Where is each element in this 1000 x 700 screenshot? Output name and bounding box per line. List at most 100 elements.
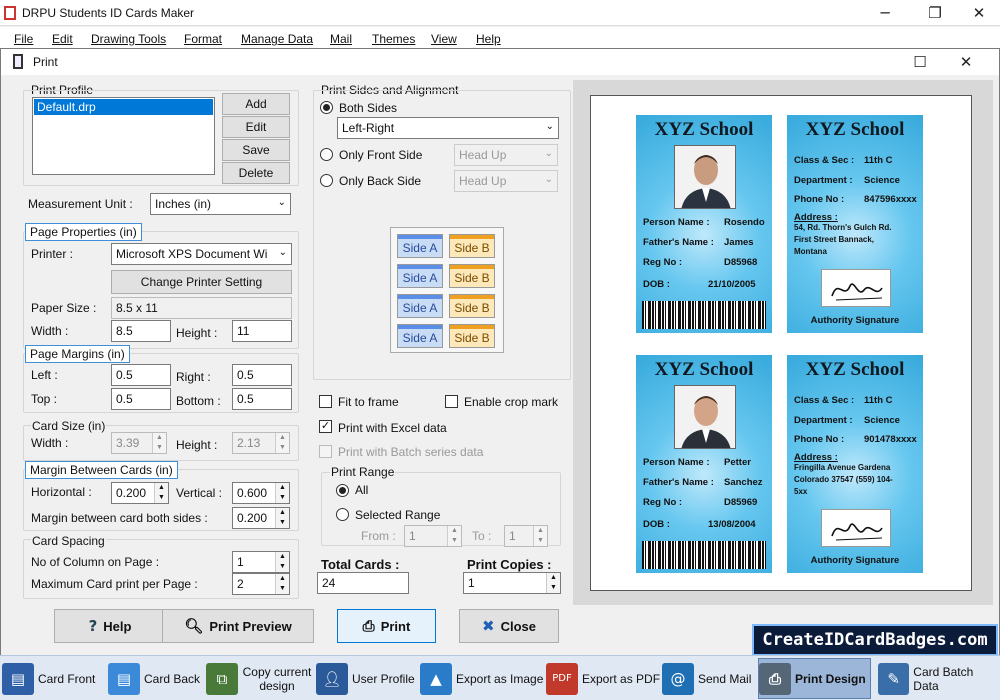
max-cards-spinner[interactable]: 2 ▲ ▼ <box>232 573 290 595</box>
app-titlebar: DRPU Students ID Cards Maker ─ ❐ ✕ <box>0 0 1000 26</box>
to-spinner[interactable]: 1 ▲ ▼ <box>504 525 548 547</box>
spinner-arrows-icon[interactable]: ▲ ▼ <box>275 508 289 528</box>
range-selected-radio[interactable] <box>336 508 349 521</box>
card-back-label: Card Back <box>144 671 201 686</box>
spinner-arrows-icon[interactable]: ▲ ▼ <box>447 526 461 546</box>
front-side-select[interactable]: Head Up ⌄ <box>454 144 558 166</box>
crop-mark-checkbox[interactable] <box>445 395 458 408</box>
paper-size-field[interactable]: 8.5 x 11 <box>111 297 292 319</box>
person-name-label: Person Name : <box>643 457 710 468</box>
fit-to-frame-label: Fit to frame <box>338 395 399 409</box>
front-side-radio[interactable] <box>320 148 333 161</box>
address-line: 54, Rd. Thorn's Gulch Rd. <box>794 223 892 232</box>
close-button[interactable]: ✖ Close <box>459 609 559 643</box>
horizontal-spinner[interactable]: 0.200 ▲ ▼ <box>111 482 169 504</box>
export-pdf-button[interactable]: PDF Export as PDF <box>546 658 660 699</box>
printer-select[interactable]: Microsoft XPS Document Wi ⌄ <box>111 243 292 265</box>
menu-format[interactable]: Format <box>184 32 222 46</box>
range-all-radio[interactable] <box>336 484 349 497</box>
spinner-arrows-icon[interactable]: ▲ ▼ <box>546 573 560 593</box>
from-spinner[interactable]: 1 ▲ ▼ <box>404 525 462 547</box>
menu-help[interactable]: Help <box>476 32 501 46</box>
authority-signature-label: Authority Signature <box>810 555 900 566</box>
fit-to-frame-checkbox[interactable] <box>319 395 332 408</box>
spinner-arrows-icon[interactable]: ▲ ▼ <box>275 433 289 453</box>
left-margin-field[interactable]: 0.5 <box>111 364 171 386</box>
dialog-maximize-icon[interactable]: ☐ <box>897 49 943 75</box>
top-margin-field[interactable]: 0.5 <box>111 388 171 410</box>
excel-data-checkbox[interactable]: ✓ <box>319 420 332 433</box>
edit-profile-button[interactable]: Edit <box>222 116 290 138</box>
profile-item[interactable]: Default.drp <box>34 99 213 115</box>
spinner-arrows-icon[interactable]: ▲ ▼ <box>533 526 547 546</box>
address-line: First Street Bannack, <box>794 235 875 244</box>
help-button[interactable]: ? Help <box>54 609 166 643</box>
menu-file[interactable]: File <box>14 32 33 46</box>
side-a-tile: Side A <box>397 294 443 318</box>
card-back-button[interactable]: ▤ Card Back <box>108 658 200 699</box>
chevron-down-icon: ⌄ <box>278 247 287 258</box>
dialog-close-icon[interactable]: ✕ <box>943 49 989 75</box>
dob-label: DOB : <box>643 519 670 530</box>
print-button[interactable]: ⎙ Print <box>337 609 436 643</box>
print-copies-spinner[interactable]: 1 ▲ ▼ <box>463 572 561 594</box>
restore-icon[interactable]: ❐ <box>912 0 958 26</box>
side-a-tile: Side A <box>397 324 443 348</box>
both-sides-margin-spinner[interactable]: 0.200 ▲ ▼ <box>232 507 290 529</box>
spinner-arrows-icon[interactable]: ▲ ▼ <box>154 483 168 503</box>
phone-label: Phone No : <box>794 434 845 445</box>
side-layout-preview: Side A Side B Side A Side B Side A Side … <box>390 227 504 353</box>
minimize-icon[interactable]: ─ <box>862 0 908 26</box>
print-design-button[interactable]: ⎙ Print Design <box>758 658 871 699</box>
columns-spinner[interactable]: 1 ▲ ▼ <box>232 551 290 573</box>
card-batch-button[interactable]: ✎ Card Batch Data <box>878 658 1000 699</box>
menu-mail[interactable]: Mail <box>330 32 352 46</box>
card-front-button[interactable]: ▤ Card Front <box>2 658 95 699</box>
vertical-spinner[interactable]: 0.600 ▲ ▼ <box>232 482 290 504</box>
back-side-select[interactable]: Head Up ⌄ <box>454 170 558 192</box>
card-width-spinner[interactable]: 3.39 ▲ ▼ <box>111 432 167 454</box>
batch-data-checkbox[interactable] <box>319 445 332 458</box>
menu-themes[interactable]: Themes <box>372 32 415 46</box>
add-profile-button[interactable]: Add <box>222 93 290 115</box>
print-preview-label: Print Preview <box>209 618 292 634</box>
close-window-icon[interactable]: ✕ <box>956 0 1000 26</box>
menu-manage-data[interactable]: Manage Data <box>241 32 313 46</box>
user-profile-button[interactable]: 👤︎ User Profile <box>316 658 415 699</box>
spinner-arrows-icon[interactable]: ▲ ▼ <box>275 483 289 503</box>
print-preview-button[interactable]: 🔍︎ Print Preview <box>162 609 314 643</box>
both-sides-radio[interactable] <box>320 101 333 114</box>
save-profile-button[interactable]: Save <box>222 139 290 161</box>
delete-profile-button[interactable]: Delete <box>222 162 290 184</box>
card-batch-label: Card Batch Data <box>913 664 974 693</box>
menu-drawing-tools[interactable]: Drawing Tools <box>91 32 166 46</box>
change-printer-button[interactable]: Change Printer Setting <box>111 270 292 294</box>
father-name-value: Sanchez <box>724 477 763 488</box>
father-name-label: Father's Name : <box>643 477 714 488</box>
front-side-value: Head Up <box>459 148 507 162</box>
reg-no-value: D85969 <box>724 497 758 508</box>
columns-label: No of Column on Page : <box>31 555 160 569</box>
authority-signature-label: Authority Signature <box>810 315 900 326</box>
profile-list[interactable]: Default.drp <box>32 97 215 175</box>
both-sides-select[interactable]: Left-Right ⌄ <box>337 117 559 139</box>
spinner-arrows-icon[interactable]: ▲ ▼ <box>275 552 289 572</box>
bottom-margin-field[interactable]: 0.5 <box>232 388 292 410</box>
department-label: Department : <box>794 175 853 186</box>
measurement-unit-select[interactable]: Inches (in) ⌄ <box>150 193 291 215</box>
export-image-button[interactable]: ▲ Export as Image <box>420 658 543 699</box>
menu-view[interactable]: View <box>431 32 457 46</box>
back-side-radio[interactable] <box>320 174 333 187</box>
id-card-front: XYZ School Person Name : Rosendo Father'… <box>636 115 772 333</box>
copy-design-button[interactable]: ⧉ Copy current design <box>206 658 312 699</box>
person-name-value: Petter <box>724 457 751 468</box>
right-margin-field[interactable]: 0.5 <box>232 364 292 386</box>
send-mail-button[interactable]: @ Send Mail <box>662 658 751 699</box>
card-height-spinner[interactable]: 2.13 ▲ ▼ <box>232 432 290 454</box>
menu-edit[interactable]: Edit <box>52 32 73 46</box>
address-line: 5xx <box>794 487 808 496</box>
page-height-field[interactable]: 11 <box>232 320 292 342</box>
page-width-field[interactable]: 8.5 <box>111 320 171 342</box>
spinner-arrows-icon[interactable]: ▲ ▼ <box>152 433 166 453</box>
spinner-arrows-icon[interactable]: ▲ ▼ <box>275 574 289 594</box>
